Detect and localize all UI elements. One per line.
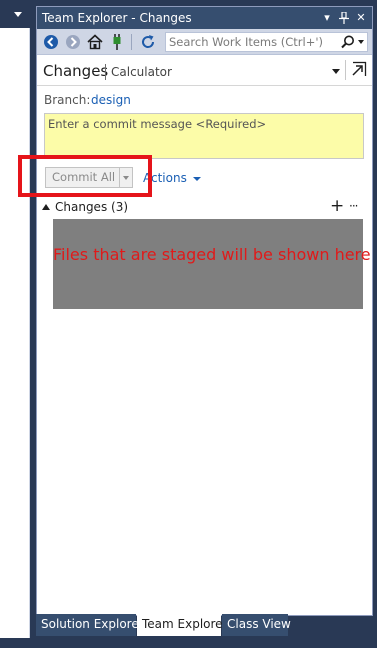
chevron-down-icon xyxy=(123,176,129,180)
actions-dropdown-icon[interactable] xyxy=(193,177,201,181)
back-icon[interactable] xyxy=(42,33,60,51)
commit-message-box xyxy=(44,113,364,159)
page-dropdown-icon[interactable] xyxy=(332,69,340,74)
commit-all-button[interactable]: Commit All xyxy=(45,167,120,188)
staged-files-message: Files that are staged will be shown here xyxy=(53,245,371,264)
page-title: Changes xyxy=(43,62,109,80)
refresh-icon[interactable] xyxy=(139,33,157,51)
title-separator xyxy=(105,64,106,80)
tab-solution-explorer[interactable]: Solution Explorer xyxy=(36,614,144,636)
window-dropdown-button[interactable]: ▾ xyxy=(320,7,334,29)
tab-class-view[interactable]: Class View xyxy=(222,614,291,636)
team-explorer-window: Team Explorer - Changes ▾ ✕ Search Work … xyxy=(18,6,373,616)
header-divider xyxy=(37,85,372,86)
window-title: Team Explorer - Changes xyxy=(42,11,192,25)
staged-files-area: Files that are staged will be shown here xyxy=(53,219,371,309)
search-input[interactable] xyxy=(169,34,339,50)
more-options-icon[interactable]: ··· xyxy=(349,199,359,213)
editor-area xyxy=(0,0,30,638)
branch-link[interactable]: design xyxy=(91,93,131,107)
title-bar: Team Explorer - Changes ▾ ✕ xyxy=(37,7,372,29)
forward-icon[interactable] xyxy=(64,33,82,51)
header-separator xyxy=(345,60,346,80)
tab-team-explorer[interactable]: Team Explorer xyxy=(137,614,228,636)
editor-tabstrip xyxy=(0,0,30,28)
undock-icon[interactable] xyxy=(350,60,368,78)
chevron-down-icon[interactable] xyxy=(14,12,22,17)
search-dropdown-icon[interactable] xyxy=(358,40,364,44)
changes-section-header[interactable]: Changes (3) + ··· xyxy=(37,196,372,217)
collapse-icon[interactable] xyxy=(42,204,50,210)
toolbar-separator xyxy=(131,34,132,50)
page-subtitle: Calculator xyxy=(111,65,172,79)
toolbar xyxy=(37,29,372,55)
home-icon[interactable] xyxy=(86,33,104,51)
branch-label: Branch: xyxy=(44,93,91,107)
commit-message-input[interactable] xyxy=(45,114,363,158)
commit-dropdown-button[interactable] xyxy=(119,167,133,188)
close-button[interactable]: ✕ xyxy=(354,7,368,29)
pin-icon[interactable] xyxy=(337,7,351,29)
add-icon[interactable]: + xyxy=(330,196,344,216)
changes-section-title: Changes (3) xyxy=(55,200,129,214)
search-icon[interactable] xyxy=(340,34,356,50)
search-box xyxy=(165,32,368,52)
connect-icon[interactable] xyxy=(108,33,126,51)
actions-menu-link[interactable]: Actions xyxy=(143,171,187,185)
